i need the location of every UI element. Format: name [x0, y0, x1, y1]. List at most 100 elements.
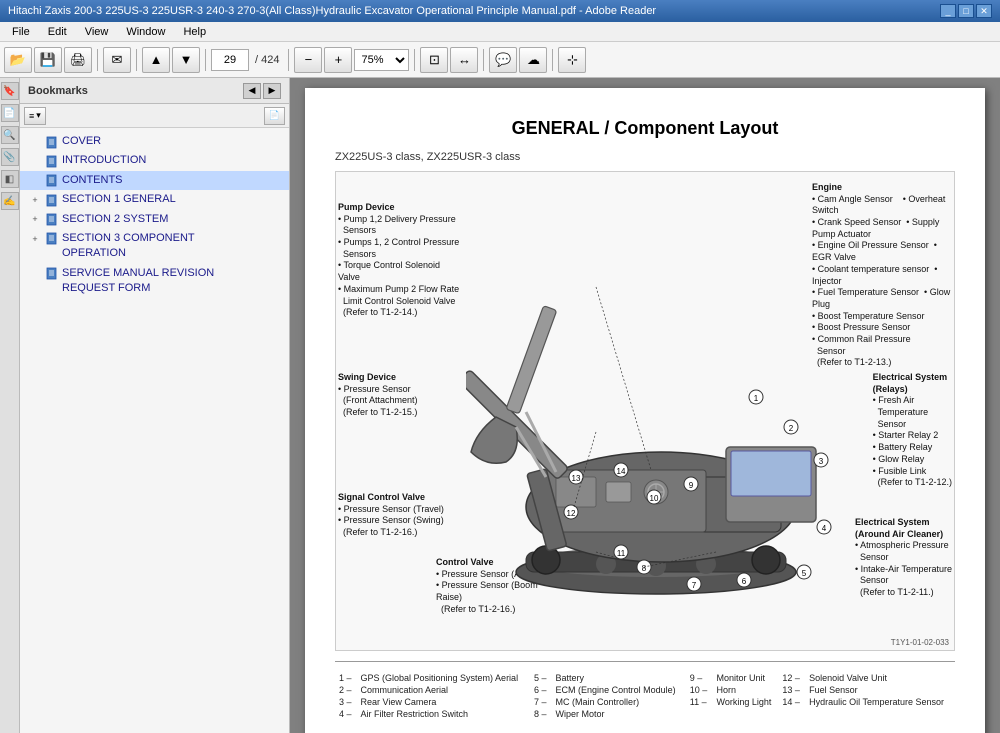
- excavator-diagram: 1 2 3 4 5 6: [466, 212, 846, 602]
- bookmark-contents[interactable]: CONTENTS: [20, 171, 289, 190]
- legend-row-1: 1 – GPS (Global Positioning System) Aeri…: [335, 672, 955, 684]
- sidebar-header: Bookmarks ◀ ▶: [20, 78, 289, 104]
- toolbar-separator-5: [414, 49, 415, 71]
- svg-text:11: 11: [617, 549, 626, 558]
- restore-button[interactable]: □: [958, 4, 974, 18]
- legend-7-num: 7 –: [530, 696, 552, 708]
- menu-file[interactable]: File: [4, 24, 38, 40]
- cover-icon: [44, 135, 58, 149]
- sidebar-options-menu[interactable]: ≡ ▾: [24, 107, 46, 125]
- pump-device-label: Pump Device • Pump 1,2 Delivery Pressure…: [338, 202, 463, 319]
- next-page-button[interactable]: ▼: [172, 47, 200, 73]
- legend-14-desc: Hydraulic Oil Temperature Sensor: [805, 696, 955, 708]
- legend-11-desc: Working Light: [713, 696, 779, 708]
- swing-device-label: Swing Device • Pressure Sensor (Front At…: [338, 372, 418, 419]
- bookmark-cover[interactable]: COVER: [20, 132, 289, 151]
- legend-13-num: 13 –: [778, 684, 805, 696]
- smr-expander: [28, 267, 42, 281]
- menu-help[interactable]: Help: [175, 24, 214, 40]
- section3-label: SECTION 3 COMPONENTOPERATION: [62, 231, 285, 262]
- legend-7-desc: MC (Main Controller): [552, 696, 686, 708]
- contents-icon: [44, 174, 58, 188]
- diagram-container: Pump Device • Pump 1,2 Delivery Pressure…: [335, 171, 955, 651]
- search-tab[interactable]: 🔍: [1, 126, 19, 144]
- toolbar-separator-1: [97, 49, 98, 71]
- section3-expander[interactable]: +: [28, 232, 42, 246]
- legend-4-num: 4 –: [335, 708, 357, 720]
- svg-text:12: 12: [567, 509, 576, 518]
- toolbar-separator-4: [288, 49, 289, 71]
- smr-icon: [44, 267, 58, 281]
- list-icon: ≡: [29, 111, 34, 121]
- sidebar-collapse-button[interactable]: ◀: [243, 83, 261, 99]
- svg-text:10: 10: [650, 494, 659, 503]
- intro-expander: [28, 154, 42, 168]
- legend-3-num: 3 –: [335, 696, 357, 708]
- bookmarks-tab[interactable]: 🔖: [1, 82, 19, 100]
- menu-window[interactable]: Window: [118, 24, 173, 40]
- page-total: / 424: [251, 54, 283, 66]
- window-title: Hitachi Zaxis 200-3 225US-3 225USR-3 240…: [8, 5, 940, 17]
- svg-text:7: 7: [692, 581, 697, 590]
- open-button[interactable]: 📂: [4, 47, 32, 73]
- fit-page-button[interactable]: ⊡: [420, 47, 448, 73]
- svg-text:13: 13: [572, 474, 581, 483]
- sidebar-options-button[interactable]: ▶: [263, 83, 281, 99]
- sidebar-collapse-all[interactable]: 📄: [264, 107, 285, 125]
- legend-row-2: 2 – Communication Aerial 6 – ECM (Engine…: [335, 684, 955, 696]
- attachments-tab[interactable]: 📎: [1, 148, 19, 166]
- cover-expander: [28, 135, 42, 149]
- bookmark-section3[interactable]: + SECTION 3 COMPONENTOPERATION: [20, 229, 289, 264]
- bookmark-section2[interactable]: + SECTION 2 SYSTEM: [20, 210, 289, 229]
- close-button[interactable]: ✕: [976, 4, 992, 18]
- zoom-in-button[interactable]: +: [324, 47, 352, 73]
- signature-tab[interactable]: ✍: [1, 192, 19, 210]
- bookmark-smr[interactable]: SERVICE MANUAL REVISIONREQUEST FORM: [20, 264, 289, 299]
- legend-14-num: 14 –: [778, 696, 805, 708]
- fit-width-button[interactable]: ↔: [450, 47, 478, 73]
- page-subtitle: ZX225US-3 class, ZX225USR-3 class: [335, 151, 955, 163]
- legend-5-num: 5 –: [530, 672, 552, 684]
- section1-expander[interactable]: +: [28, 193, 42, 207]
- section2-icon: [44, 213, 58, 227]
- layers-tab[interactable]: ◧: [1, 170, 19, 188]
- legend-table: 1 – GPS (Global Positioning System) Aeri…: [335, 672, 955, 720]
- cloud-button[interactable]: ☁: [519, 47, 547, 73]
- pages-tab[interactable]: 📄: [1, 104, 19, 122]
- bookmark-introduction[interactable]: INTRODUCTION: [20, 151, 289, 170]
- content-area[interactable]: GENERAL / Component Layout ZX225US-3 cla…: [290, 78, 1000, 733]
- legend-12-desc: Solenoid Valve Unit: [805, 672, 955, 684]
- svg-text:14: 14: [617, 467, 626, 476]
- select-button[interactable]: ⊹: [558, 47, 586, 73]
- bookmark-section1[interactable]: + SECTION 1 GENERAL: [20, 190, 289, 209]
- print-button[interactable]: 🖨: [64, 47, 92, 73]
- electrical-air-label: Electrical System(Around Air Cleaner) • …: [855, 517, 952, 599]
- legend-9-desc: Monitor Unit: [713, 672, 779, 684]
- window-controls: _ □ ✕: [940, 4, 992, 18]
- minimize-button[interactable]: _: [940, 4, 956, 18]
- legend-5-desc: Battery: [552, 672, 686, 684]
- svg-text:5: 5: [802, 569, 807, 578]
- email-button[interactable]: ✉: [103, 47, 131, 73]
- pdf-page: GENERAL / Component Layout ZX225US-3 cla…: [305, 88, 985, 733]
- legend-9-num: 9 –: [686, 672, 713, 684]
- contents-label: CONTENTS: [62, 173, 285, 188]
- smr-label: SERVICE MANUAL REVISIONREQUEST FORM: [62, 266, 285, 297]
- section1-icon: [44, 193, 58, 207]
- menu-edit[interactable]: Edit: [40, 24, 75, 40]
- zoom-select[interactable]: 50% 75% 100% 125% 150%: [354, 49, 409, 71]
- sidebar-title: Bookmarks: [28, 85, 88, 97]
- menu-view[interactable]: View: [77, 24, 117, 40]
- svg-text:6: 6: [742, 577, 747, 586]
- page-number-input[interactable]: [211, 49, 249, 71]
- legend-6-desc: ECM (Engine Control Module): [552, 684, 686, 696]
- legend-8-desc: Wiper Motor: [552, 708, 686, 720]
- toolbar-separator-7: [552, 49, 553, 71]
- zoom-out-button[interactable]: −: [294, 47, 322, 73]
- save-button[interactable]: 💾: [34, 47, 62, 73]
- prev-page-button[interactable]: ▲: [142, 47, 170, 73]
- signal-control-label: Signal Control Valve • Pressure Sensor (…: [338, 492, 444, 539]
- comment-button[interactable]: 💬: [489, 47, 517, 73]
- svg-text:4: 4: [822, 524, 827, 533]
- section2-expander[interactable]: +: [28, 213, 42, 227]
